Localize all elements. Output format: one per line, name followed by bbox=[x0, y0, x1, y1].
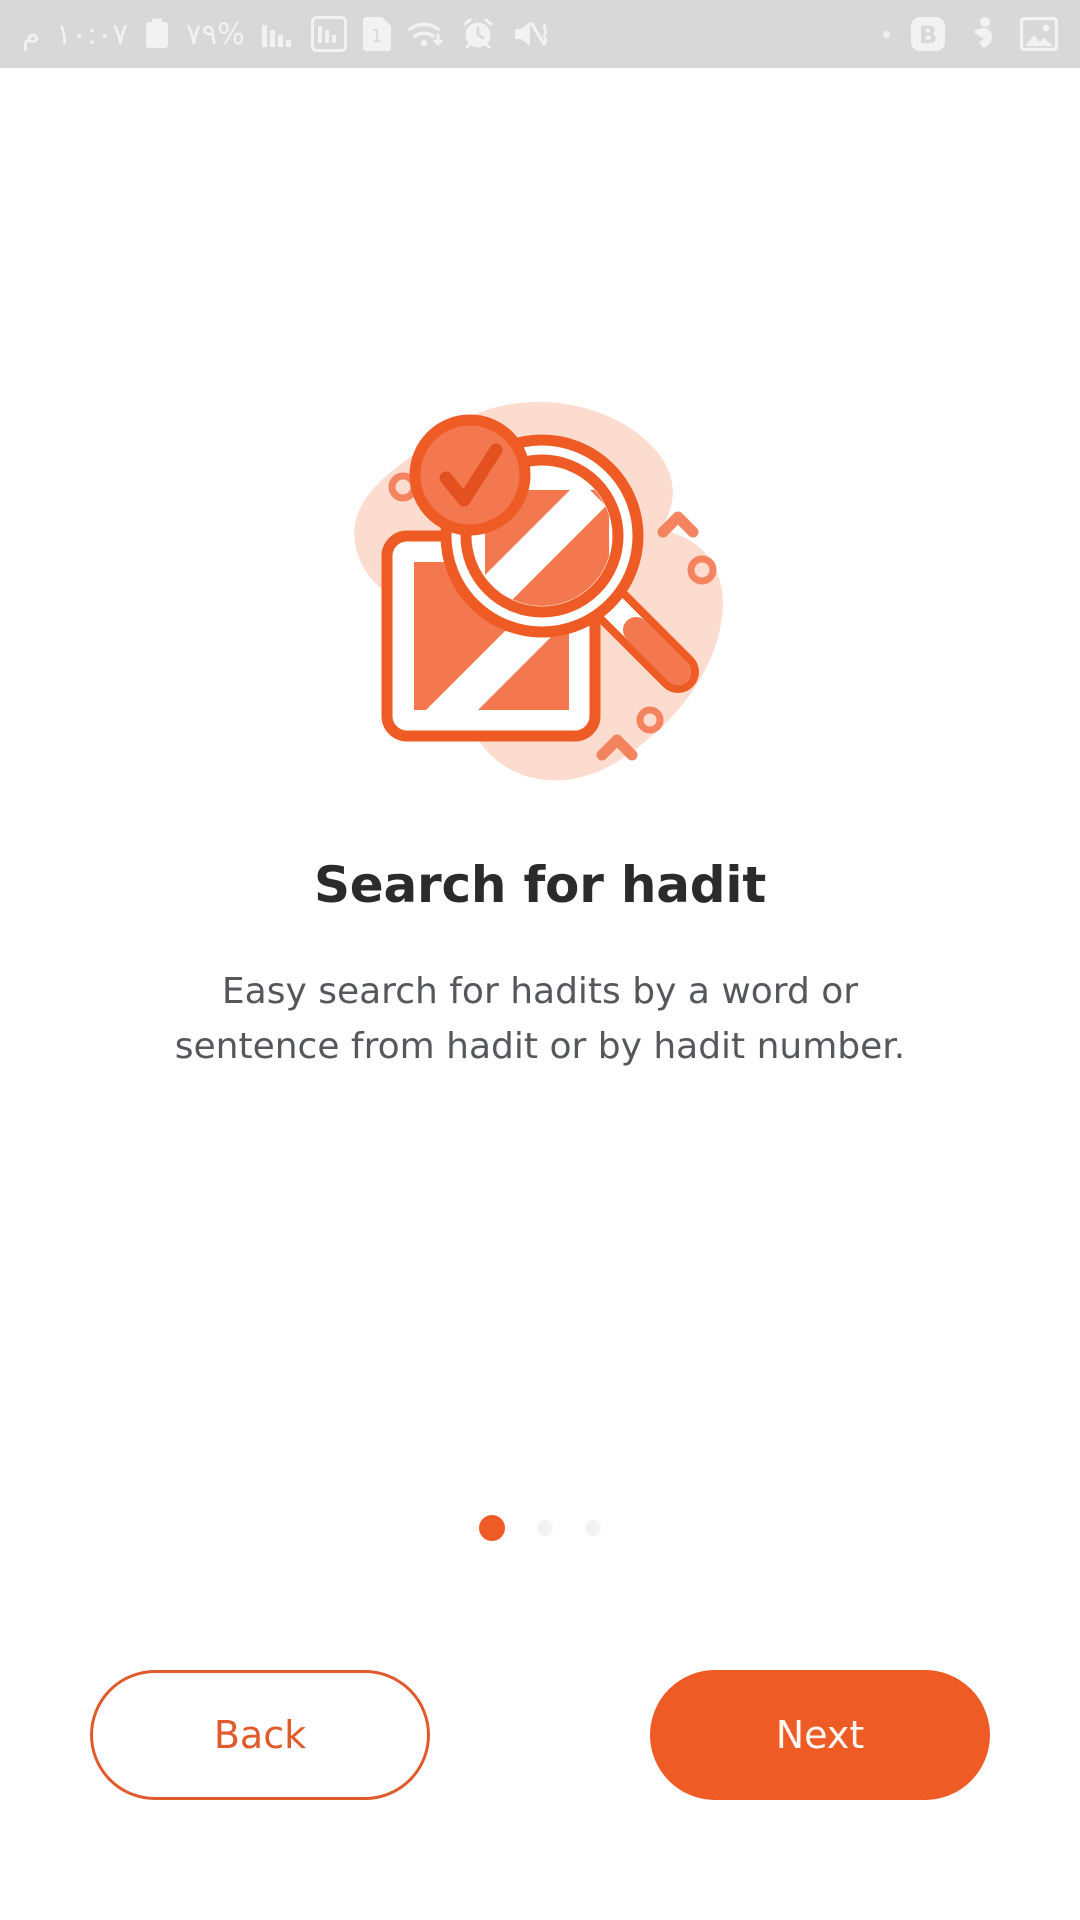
person-activity-icon bbox=[966, 16, 1000, 52]
check-badge-icon bbox=[409, 414, 531, 536]
mute-vibrate-icon bbox=[511, 18, 551, 50]
alarm-clock-icon bbox=[461, 17, 495, 51]
status-meridiem-label: م bbox=[22, 16, 40, 51]
next-button[interactable]: Next bbox=[650, 1670, 990, 1800]
search-document-magnifier-illustration bbox=[354, 401, 723, 781]
page-title: Search for hadit bbox=[313, 856, 767, 914]
decor-chevron-top-icon bbox=[657, 511, 699, 538]
back-button[interactable]: Back bbox=[90, 1670, 430, 1800]
signal-bars-icon bbox=[261, 19, 295, 49]
page-dot-2[interactable] bbox=[537, 1520, 553, 1536]
status-clock-label: ١٠:٠٧ bbox=[55, 16, 129, 51]
page-dot-3[interactable] bbox=[585, 1520, 601, 1536]
page-subtitle: Easy search for hadits by a word or sent… bbox=[174, 971, 906, 1067]
wifi-data-icon bbox=[407, 18, 445, 50]
status-bar: م ١٠:٠٧ ٧٩% 1 B bbox=[0, 0, 1080, 68]
footer-button-row: Back Next bbox=[0, 1660, 1080, 1810]
status-bar-left-group: م ١٠:٠٧ ٧٩% 1 bbox=[22, 16, 551, 52]
clipboard-icon bbox=[144, 18, 170, 50]
status-bar-right-group: B bbox=[883, 16, 1058, 52]
photo-image-icon bbox=[1020, 17, 1058, 51]
sim-one-icon: 1 bbox=[362, 17, 391, 51]
page-dot-1[interactable] bbox=[479, 1515, 505, 1541]
illustration-container bbox=[0, 360, 1080, 800]
notification-dot-icon bbox=[883, 30, 890, 38]
svg-text:1: 1 bbox=[371, 26, 382, 47]
bold-b-badge-icon: B bbox=[910, 16, 946, 52]
signal-bars-boxed-icon bbox=[310, 16, 347, 52]
page-indicator bbox=[0, 1513, 1080, 1543]
battery-percent-label: ٧٩% bbox=[186, 16, 245, 51]
svg-text:B: B bbox=[919, 21, 937, 49]
